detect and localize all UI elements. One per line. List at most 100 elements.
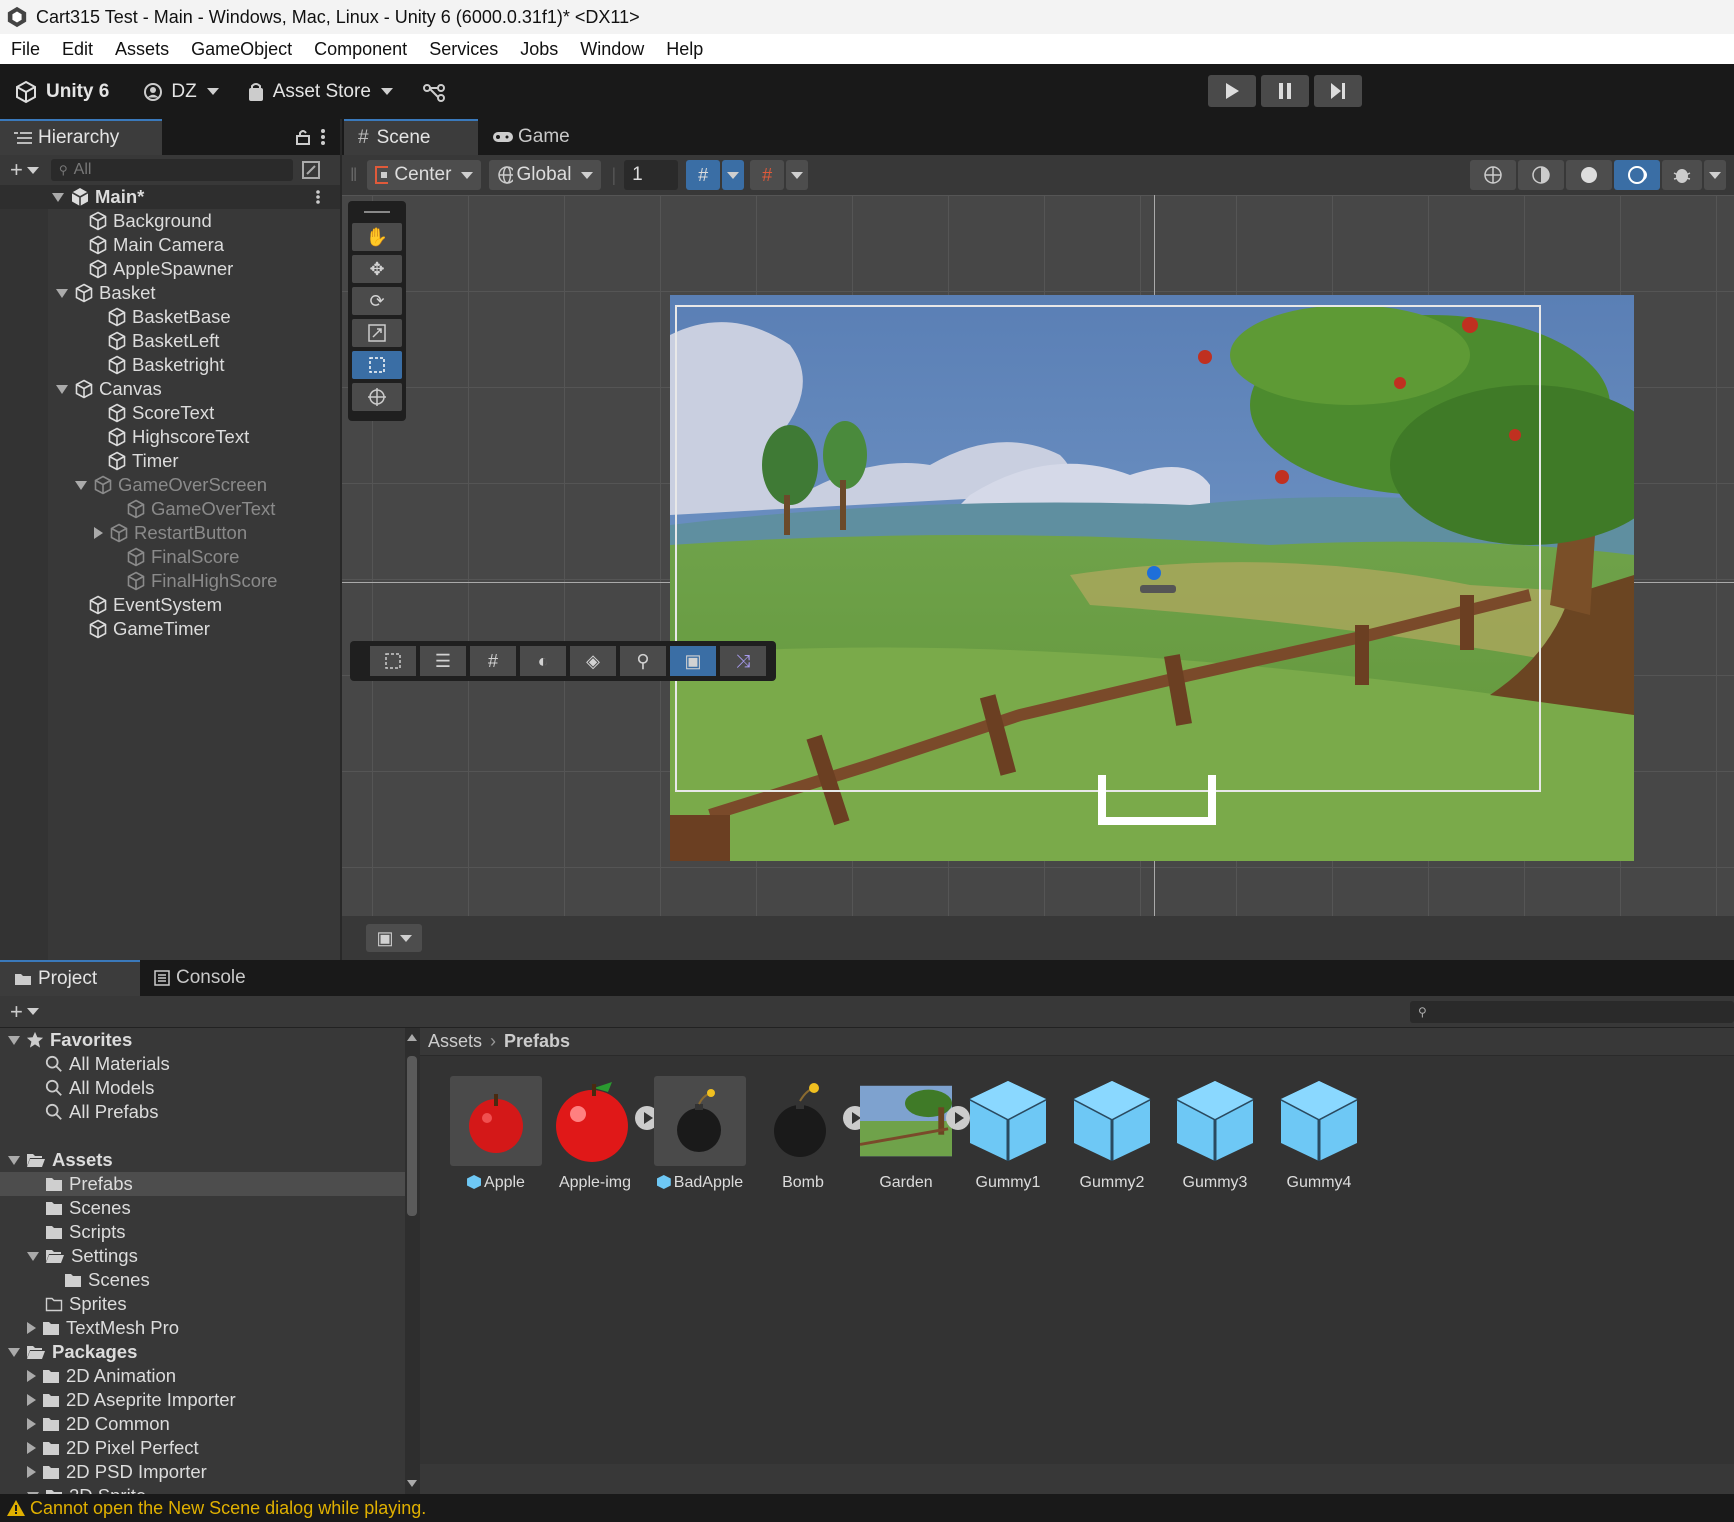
expand-arrow-icon[interactable]: [8, 1347, 20, 1357]
hierarchy-item[interactable]: FinalHighScore: [0, 569, 340, 593]
collapsed-arrow-icon[interactable]: [27, 1442, 36, 1454]
play-button[interactable]: [1208, 75, 1256, 107]
kebab-menu-icon[interactable]: [315, 189, 321, 205]
add-icon[interactable]: +: [10, 999, 23, 1025]
hierarchy-item[interactable]: Background: [0, 209, 340, 233]
scene-visibility-icon[interactable]: [301, 160, 321, 180]
collapsed-arrow-icon[interactable]: [27, 1322, 36, 1334]
drag-handle[interactable]: [364, 211, 390, 219]
version-control-button[interactable]: [422, 82, 453, 102]
rotate-tool-button[interactable]: ⟳: [352, 287, 402, 315]
collapsed-arrow-icon[interactable]: [27, 1370, 36, 1382]
lighting-mode-button[interactable]: [1614, 160, 1660, 190]
hierarchy-item[interactable]: GameOverText: [0, 497, 340, 521]
move-tool-button[interactable]: ✥: [352, 255, 402, 283]
hierarchy-item[interactable]: Timer: [0, 449, 340, 473]
grid-snap-button[interactable]: #: [686, 160, 721, 190]
expand-arrow-icon[interactable]: [56, 288, 68, 298]
project-search-input[interactable]: ⚲: [1410, 1001, 1734, 1023]
chevron-down-icon[interactable]: [26, 1008, 39, 1015]
grid-size-input[interactable]: 1: [624, 160, 679, 190]
expand-arrow-icon[interactable]: [8, 1035, 20, 1045]
hierarchy-scene-root[interactable]: Main*: [0, 185, 340, 209]
asset-item[interactable]: Gummy3: [1165, 1076, 1265, 1192]
grid-snap-dropdown[interactable]: [722, 160, 745, 190]
menu-component[interactable]: Component: [303, 39, 418, 60]
scroll-down-icon[interactable]: [407, 1480, 417, 1487]
step-button[interactable]: [1314, 75, 1362, 107]
hierarchy-item[interactable]: ScoreText: [0, 401, 340, 425]
kebab-menu-icon[interactable]: [320, 128, 326, 146]
asset-store-dropdown[interactable]: Asset Store: [247, 81, 393, 103]
project-tree-item[interactable]: Favorites: [0, 1028, 405, 1052]
menu-services[interactable]: Services: [418, 39, 509, 60]
asset-item[interactable]: Garden: [856, 1076, 970, 1192]
overlay-search-button[interactable]: ⚲: [620, 646, 666, 676]
collapsed-arrow-icon[interactable]: [27, 1394, 36, 1406]
overlay-grid-button[interactable]: #: [470, 646, 516, 676]
expand-arrow-icon[interactable]: [75, 480, 87, 490]
increment-snap-dropdown[interactable]: [786, 160, 809, 190]
tab-console[interactable]: Console: [140, 960, 260, 996]
add-icon[interactable]: +: [10, 157, 23, 183]
project-tree-item[interactable]: Settings: [0, 1244, 405, 1268]
collapsed-arrow-icon[interactable]: [27, 1466, 36, 1478]
project-tree-item[interactable]: Packages: [0, 1340, 405, 1364]
unity-brand[interactable]: Unity 6: [14, 80, 109, 104]
project-tree-item[interactable]: All Models: [0, 1076, 405, 1100]
asset-item[interactable]: BadApple: [650, 1076, 750, 1192]
overlay-shuffle-button[interactable]: ⤨: [720, 646, 766, 676]
collapsed-arrow-icon[interactable]: [27, 1418, 36, 1430]
gizmos-button[interactable]: [1662, 160, 1702, 190]
account-dropdown[interactable]: DZ: [143, 81, 219, 103]
project-tree-item[interactable]: 2D Animation: [0, 1364, 405, 1388]
hierarchy-item[interactable]: BasketBase: [0, 305, 340, 329]
menu-help[interactable]: Help: [655, 39, 714, 60]
asset-item[interactable]: Gummy2: [1062, 1076, 1162, 1192]
lock-icon[interactable]: [296, 129, 310, 145]
chevron-down-icon[interactable]: [26, 166, 39, 174]
basket-gizmo[interactable]: [1098, 775, 1216, 825]
increment-snap-button[interactable]: #: [750, 160, 785, 190]
project-tree-item[interactable]: 2D Common: [0, 1412, 405, 1436]
menu-jobs[interactable]: Jobs: [509, 39, 569, 60]
shaded-wireframe-button[interactable]: [1518, 160, 1564, 190]
expand-arrow-icon[interactable]: [8, 1155, 20, 1165]
asset-item[interactable]: Gummy1: [958, 1076, 1058, 1192]
transform-tool-button[interactable]: [352, 383, 402, 411]
hierarchy-item[interactable]: Canvas: [0, 377, 340, 401]
hierarchy-item[interactable]: AppleSpawner: [0, 257, 340, 281]
tab-game[interactable]: Game: [478, 119, 584, 155]
overlay-shading-button[interactable]: ◐: [520, 646, 566, 676]
project-tree-scrollbar[interactable]: [405, 1028, 420, 1494]
project-tree-item[interactable]: Scenes: [0, 1196, 405, 1220]
project-tree-item[interactable]: Scenes: [0, 1268, 405, 1292]
gizmos-dropdown[interactable]: [1704, 160, 1726, 190]
tab-hierarchy[interactable]: Hierarchy: [0, 119, 162, 155]
project-tree-item[interactable]: Sprites: [0, 1292, 405, 1316]
project-tree-item[interactable]: All Materials: [0, 1052, 405, 1076]
asset-item[interactable]: Gummy4: [1269, 1076, 1369, 1192]
camera-dropdown[interactable]: ▣: [366, 924, 422, 952]
project-tree-item[interactable]: Scripts: [0, 1220, 405, 1244]
scroll-up-icon[interactable]: [407, 1034, 417, 1041]
tab-scene[interactable]: # Scene: [344, 119, 478, 155]
asset-item[interactable]: Bomb: [753, 1076, 867, 1192]
menu-gameobject[interactable]: GameObject: [180, 39, 303, 60]
hierarchy-item[interactable]: GameOverScreen: [0, 473, 340, 497]
drag-handle[interactable]: ‖: [350, 165, 357, 186]
hierarchy-item[interactable]: HighscoreText: [0, 425, 340, 449]
project-tree-item[interactable]: Prefabs: [0, 1172, 405, 1196]
hand-tool-button[interactable]: ✋: [352, 223, 402, 251]
scale-tool-button[interactable]: [352, 319, 402, 347]
breadcrumb-prefabs[interactable]: Prefabs: [504, 1031, 570, 1052]
asset-item[interactable]: Apple: [446, 1076, 546, 1192]
hierarchy-item[interactable]: RestartButton: [0, 521, 340, 545]
expand-arrow-icon[interactable]: [27, 1251, 39, 1261]
project-tree-item[interactable]: TextMesh Pro: [0, 1316, 405, 1340]
hierarchy-item[interactable]: FinalScore: [0, 545, 340, 569]
project-tree-item[interactable]: All Prefabs: [0, 1100, 405, 1124]
scene-viewport[interactable]: ✋ ✥ ⟳ ☰ # ◐ ◈ ⚲ ▣ ⤨: [342, 195, 1734, 916]
pivot-dropdown[interactable]: Center: [367, 160, 482, 190]
shaded-mode-button[interactable]: [1566, 160, 1612, 190]
